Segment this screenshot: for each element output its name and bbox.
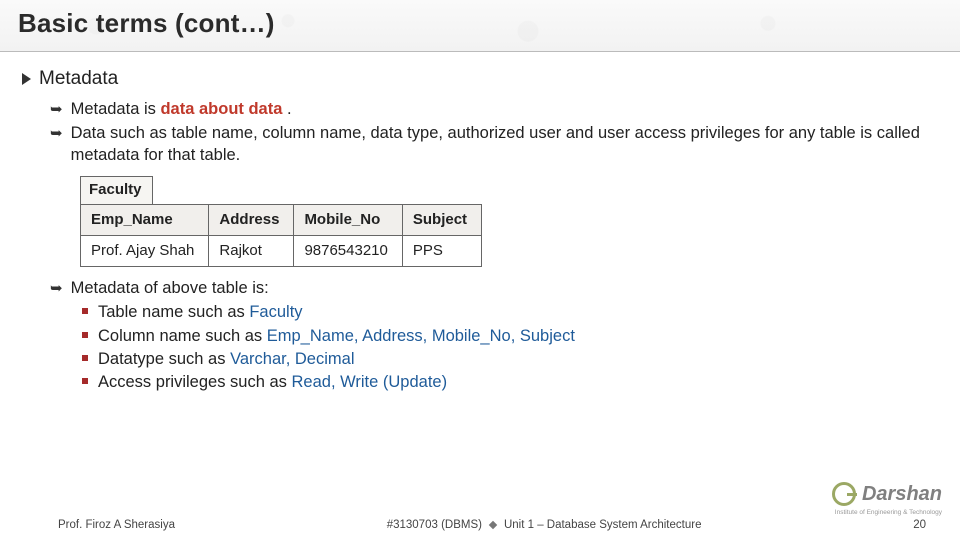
cell-mobile: 9876543210 — [294, 235, 402, 266]
logo-mark-icon — [832, 482, 856, 506]
square-bullet-icon — [82, 355, 88, 361]
bullet-explanation-text: Data such as table name, column name, da… — [71, 122, 938, 167]
arrow-bullet-icon: ➥ — [50, 279, 63, 299]
sub-bullet-column-name: Column name such as Emp_Name, Address, M… — [82, 325, 938, 347]
slide: Basic terms (cont…) Metadata ➥ Metadata … — [0, 0, 960, 540]
sub-bullet-datatype: Datatype such as Varchar, Decimal — [82, 348, 938, 370]
square-bullet-icon — [82, 332, 88, 338]
sub-text: Datatype such as Varchar, Decimal — [98, 348, 354, 370]
bullet-metadata-of-text: Metadata of above table is: — [71, 277, 938, 299]
bullet-definition: ➥ Metadata is data about data . — [50, 98, 938, 120]
diamond-separator-icon — [489, 521, 497, 529]
cell-emp-name: Prof. Ajay Shah — [81, 235, 209, 266]
footer-unit: Unit 1 – Database System Architecture — [504, 519, 702, 531]
col-subject: Subject — [402, 204, 481, 235]
footer-course-code: #3130703 (DBMS) — [387, 519, 482, 531]
footer-page-number: 20 — [913, 519, 926, 531]
sub-text: Column name such as Emp_Name, Address, M… — [98, 325, 575, 347]
institute-logo: Darshan Institute of Engineering & Techn… — [832, 482, 942, 506]
col-emp-name: Emp_Name — [81, 204, 209, 235]
bullet-definition-text: Metadata is data about data . — [71, 98, 938, 120]
cell-address: Rajkot — [209, 235, 294, 266]
bullet-metadata-of: ➥ Metadata of above table is: — [50, 277, 938, 299]
table-header-row: Emp_Name Address Mobile_No Subject — [81, 204, 482, 235]
sub-bullet-table-name: Table name such as Faculty — [82, 301, 938, 323]
sub-bullet-access: Access privileges such as Read, Write (U… — [82, 371, 938, 393]
square-bullet-icon — [82, 378, 88, 384]
slide-body: Metadata ➥ Metadata is data about data .… — [0, 52, 960, 510]
faculty-table: Emp_Name Address Mobile_No Subject Prof.… — [80, 204, 482, 268]
slide-footer: Prof. Firoz A Sherasiya #3130703 (DBMS) … — [0, 510, 960, 540]
cell-subject: PPS — [402, 235, 481, 266]
heading-text: Metadata — [39, 66, 118, 92]
slide-title: Basic terms (cont…) — [18, 8, 942, 39]
example-table: Faculty Emp_Name Address Mobile_No Subje… — [80, 176, 938, 267]
arrow-bullet-icon: ➥ — [50, 124, 63, 167]
col-address: Address — [209, 204, 294, 235]
triangle-bullet-icon — [22, 73, 31, 85]
sub-text: Access privileges such as Read, Write (U… — [98, 371, 447, 393]
footer-center: #3130703 (DBMS) Unit 1 – Database System… — [387, 519, 702, 531]
logo-subtext: Institute of Engineering & Technology — [835, 509, 942, 516]
table-row: Prof. Ajay Shah Rajkot 9876543210 PPS — [81, 235, 482, 266]
logo-text: Darshan — [862, 483, 942, 505]
sub-text: Table name such as Faculty — [98, 301, 303, 323]
def-bold: data about data — [160, 100, 282, 118]
table-name-cell: Faculty — [80, 176, 153, 203]
col-mobile: Mobile_No — [294, 204, 402, 235]
def-prefix: Metadata is — [71, 100, 161, 118]
arrow-bullet-icon: ➥ — [50, 100, 63, 120]
square-bullet-icon — [82, 308, 88, 314]
title-bar: Basic terms (cont…) — [0, 0, 960, 52]
bullet-explanation: ➥ Data such as table name, column name, … — [50, 122, 938, 167]
heading-metadata: Metadata — [22, 66, 938, 92]
def-suffix: . — [282, 100, 291, 118]
footer-author: Prof. Firoz A Sherasiya — [58, 519, 175, 531]
